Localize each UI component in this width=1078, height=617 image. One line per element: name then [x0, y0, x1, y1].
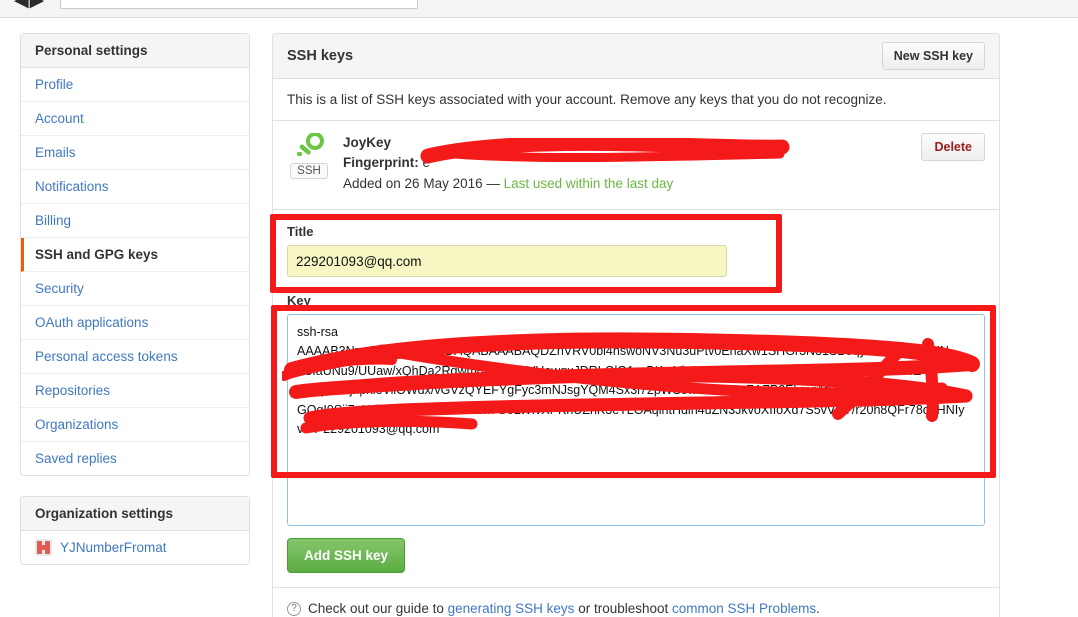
add-ssh-key-button[interactable]: Add SSH key	[287, 538, 406, 574]
key-field-label: Key	[287, 293, 311, 309]
organization-settings-card: Organization settings YJNumberFromat	[20, 496, 250, 565]
key-icon	[287, 132, 331, 161]
browser-toolbar: ◀▶	[0, 0, 1078, 18]
common-ssh-problems-link[interactable]: common SSH Problems	[672, 601, 816, 616]
footer-text: Check out our guide to generating SSH ke…	[308, 601, 820, 616]
github-ssh-keys-page: ◀▶ Personal settings Profile Account Ema…	[0, 0, 1078, 617]
sidebar-item-oauth-applications[interactable]: OAuth applications	[21, 306, 249, 340]
ssh-keys-panel: SSH keys New SSH key This is a list of S…	[272, 33, 1000, 617]
sidebar-item-ssh-and-gpg-keys[interactable]: SSH and GPG keys	[21, 238, 249, 272]
key-field-group: Key	[287, 293, 985, 527]
organization-label: YJNumberFromat	[60, 540, 167, 555]
title-field-label: Title	[287, 224, 314, 240]
personal-settings-heading: Personal settings	[21, 34, 249, 68]
personal-settings-card: Personal settings Profile Account Emails…	[20, 33, 250, 476]
key-fingerprint-value: e	[422, 154, 431, 170]
key-title-input[interactable]	[287, 245, 727, 278]
address-bar-input[interactable]	[60, 0, 418, 9]
question-icon: ?	[287, 601, 301, 616]
add-ssh-key-form: Title Key Add SSH key	[272, 210, 1000, 589]
organization-settings-heading: Organization settings	[21, 497, 249, 531]
footer-text-before: Check out our guide to	[308, 601, 444, 617]
ssh-key-list-item: SSH JoyKey Fingerprint: e Added on 26 Ma…	[272, 121, 1000, 211]
footer-text-after: .	[816, 601, 820, 617]
panel-header: SSH keys New SSH key	[272, 33, 1000, 79]
key-textarea[interactable]	[287, 314, 985, 527]
sidebar-item-organizations[interactable]: Organizations	[21, 408, 249, 442]
settings-sidebar: Personal settings Profile Account Emails…	[20, 33, 250, 565]
key-added-text: Added on 26 May 2016 —	[343, 176, 500, 192]
sidebar-item-security[interactable]: Security	[21, 272, 249, 306]
sidebar-item-personal-access-tokens[interactable]: Personal access tokens	[21, 340, 249, 374]
sidebar-item-account[interactable]: Account	[21, 102, 249, 136]
sidebar-item-saved-replies[interactable]: Saved replies	[21, 442, 249, 475]
sidebar-item-emails[interactable]: Emails	[21, 136, 249, 170]
ssh-type-badge: SSH	[290, 163, 328, 179]
footer-text-middle: or troubleshoot	[578, 601, 669, 617]
sidebar-item-notifications[interactable]: Notifications	[21, 170, 249, 204]
back-forward-icon[interactable]: ◀▶	[14, 0, 45, 10]
page-title: SSH keys	[287, 48, 354, 64]
chrome-filler	[0, 18, 1078, 26]
sidebar-item-profile[interactable]: Profile	[21, 68, 249, 102]
sidebar-item-repositories[interactable]: Repositories	[21, 374, 249, 408]
key-details: JoyKey Fingerprint: e Added on 26 May 20…	[343, 133, 909, 195]
key-fingerprint-line: Fingerprint: e	[343, 153, 909, 173]
sidebar-item-billing[interactable]: Billing	[21, 204, 249, 238]
new-ssh-key-button[interactable]: New SSH key	[881, 42, 985, 70]
key-title: JoyKey	[343, 135, 392, 150]
key-last-used-text: Last used within the last day	[503, 176, 674, 192]
delete-key-button[interactable]: Delete	[921, 133, 985, 161]
sidebar-item-organization-yjnumberfromat[interactable]: YJNumberFromat	[21, 531, 249, 564]
key-fingerprint-label: Fingerprint:	[343, 154, 419, 170]
panel-description: This is a list of SSH keys associated wi…	[272, 79, 1000, 121]
generating-ssh-keys-link[interactable]: generating SSH keys	[448, 601, 575, 616]
key-added-line: Added on 26 May 2016 — Last used within …	[343, 174, 909, 195]
key-icon-column: SSH	[287, 132, 331, 179]
organization-avatar-icon	[35, 539, 52, 556]
panel-footer: ? Check out our guide to generating SSH …	[272, 588, 1000, 617]
